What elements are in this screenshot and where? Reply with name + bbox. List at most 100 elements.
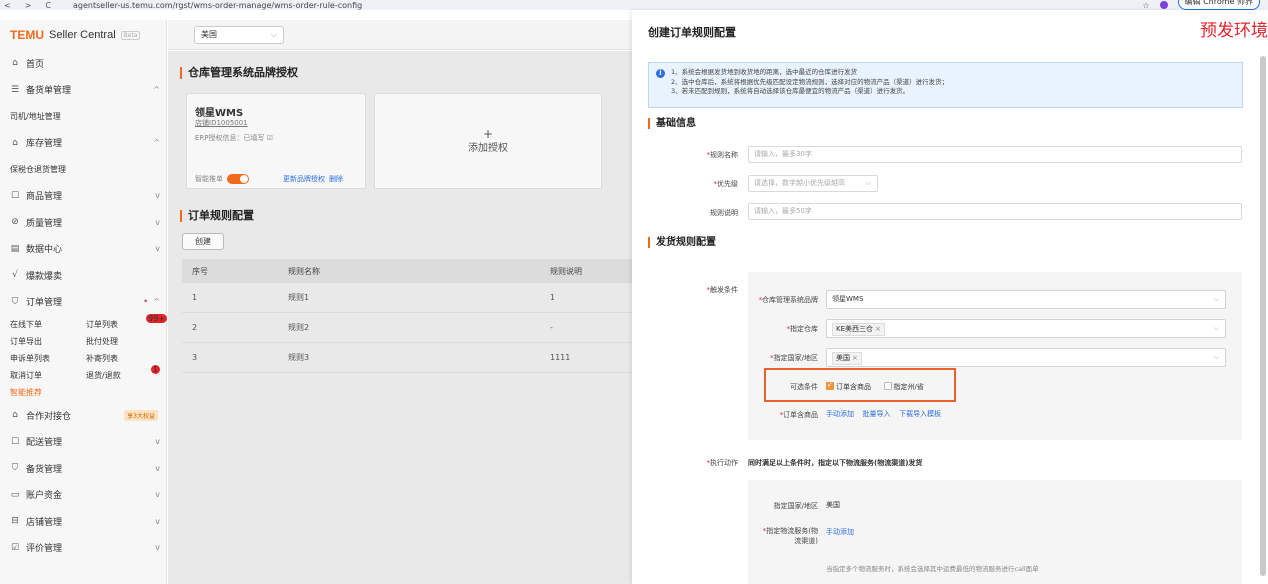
order-subitem[interactable]: 订单列表99+: [86, 314, 167, 330]
warehouse-select[interactable]: KE美西三仓 × ⌵: [826, 319, 1226, 338]
add-auth-label: 添加授权: [468, 142, 508, 154]
drawer-scrollbar[interactable]: [1260, 56, 1266, 576]
logo-subtitle: Seller Central: [49, 29, 116, 41]
manual-add-link[interactable]: 手动添加: [826, 410, 854, 418]
delete-link[interactable]: 删除: [329, 174, 343, 184]
close-icon[interactable]: ×: [852, 354, 858, 362]
address-bar[interactable]: agentseller-us.temu.com/rgst/wms-order-m…: [73, 1, 362, 10]
update-auth-link[interactable]: 更新品牌授权: [283, 174, 325, 184]
logistics-add-link[interactable]: 手动添加: [826, 528, 854, 536]
notification-dot: •: [143, 297, 148, 307]
sidebar-item-label: 爆款爆卖: [26, 271, 63, 282]
home-icon: ⌂: [12, 58, 18, 69]
wms-card-id[interactable]: 店铺ID1005001: [195, 118, 248, 128]
info-icon: i: [656, 69, 665, 78]
cell-index: 2: [192, 323, 198, 332]
sidebar-item[interactable]: ☑ 评价管理 v: [0, 535, 166, 562]
create-button[interactable]: 创建: [182, 233, 224, 250]
sidebar-item[interactable]: ⌂ 库存管理 ^: [0, 130, 166, 157]
priority-select[interactable]: 请选择，数字越小优先级越高 ⌵: [748, 175, 878, 192]
order-submenu: 在线下单 订单列表99+ 订单导出 批付处理 申诉单列表 补寄列表 取消订单 退货/退款1 智能…: [0, 314, 167, 402]
sidebar-subitem[interactable]: 司机/地址管理: [0, 103, 166, 130]
back-icon[interactable]: <: [4, 1, 11, 10]
rule-desc-input[interactable]: 请输入，最多50字: [748, 203, 1242, 220]
chrome-edit-button[interactable]: 编辑 Chrome 师界: [1177, 0, 1260, 10]
sidebar-item-label: 首页: [26, 59, 45, 70]
country-select[interactable]: 美国 × ⌵: [826, 348, 1226, 367]
info-line-2: 2、选中仓库后，系统将根据优先级匹配设定物流规则，选择对应的物流产品（渠道）进行…: [671, 77, 949, 86]
order-subitem[interactable]: 取消订单: [10, 370, 86, 381]
data-icon: ▤: [10, 243, 20, 254]
region-select[interactable]: 美国 ⌵: [194, 26, 284, 44]
sidebar-item-label: 订单管理: [26, 298, 63, 309]
action-label: *执行动作: [706, 459, 739, 467]
sidebar-item-label: 质量管理: [26, 218, 63, 229]
chevron-down-icon: v: [155, 543, 160, 553]
wms-card-erp: ERP授权信息：已填写 ☑: [195, 134, 274, 142]
order-subitem[interactable]: 退货/退款1: [86, 365, 166, 381]
sidebar-item[interactable]: √ 爆款爆卖: [0, 262, 166, 289]
add-auth-card[interactable]: + 添加授权: [374, 93, 602, 189]
goods-actions: 手动添加 批量导入 下载导入模板: [826, 409, 947, 419]
sidebar-item[interactable]: ⊘ 质量管理 v: [0, 209, 166, 236]
stock-icon: ☰: [10, 84, 20, 95]
wms-card-actions: 智能推单 更新品牌授权 删除: [195, 174, 360, 184]
basic-info-title: 基础信息: [648, 118, 696, 129]
download-template-link[interactable]: 下载导入模板: [899, 410, 941, 418]
order-subitem[interactable]: 批付处理: [86, 336, 166, 347]
table-row[interactable]: 3 规则3 1111: [182, 343, 632, 373]
sidebar-item[interactable]: ⊟ 店铺管理 v: [0, 508, 166, 535]
sidebar-item[interactable]: ▭ 账户资金 v: [0, 482, 166, 509]
batch-import-link[interactable]: 批量导入: [863, 410, 891, 418]
cell-name: 规则3: [288, 353, 310, 362]
order-subitem[interactable]: 在线下单: [10, 319, 86, 330]
action-country-value: 美国: [826, 501, 840, 509]
close-icon[interactable]: ×: [875, 325, 881, 333]
order-subitem[interactable]: 补寄列表: [86, 353, 166, 364]
chevron-down-icon: v: [155, 244, 160, 254]
sidebar-item[interactable]: ⌂ 合作对接仓 享3大权益: [0, 402, 166, 429]
sidebar-item-label: 合作对接仓: [26, 411, 72, 422]
order-subitem[interactable]: 智能推荐: [10, 387, 86, 398]
table-row[interactable]: 1 规则1 1: [182, 283, 632, 313]
wms-brand-select[interactable]: 领星WMS ⌵: [826, 290, 1226, 309]
star-icon[interactable]: ☆: [1142, 1, 1149, 10]
sidebar-item[interactable]: ▤ 数据中心 v: [0, 236, 166, 263]
order-subitem[interactable]: 订单导出: [10, 336, 86, 347]
chevron-down-icon: v: [155, 191, 160, 201]
sidebar-item[interactable]: ⌂ 首页: [0, 50, 166, 77]
coop-icon: ⌂: [12, 410, 18, 421]
wms-brand-label: *仓库管理系统品牌: [758, 296, 819, 304]
drawer-title: 创建订单规则配置: [648, 26, 736, 39]
temu-logo[interactable]: TEMU: [10, 28, 44, 42]
sidebar-item[interactable]: ☐ 商品管理 v: [0, 183, 166, 210]
rule-name-input[interactable]: 请输入，最多30字: [748, 146, 1242, 163]
forward-icon[interactable]: >: [25, 1, 32, 10]
order-subitem[interactable]: 申诉单列表: [10, 353, 86, 364]
info-line-1: 1、系统会根据发货地到收货地的距离，选中最近的仓库进行发货: [671, 68, 858, 76]
table-row[interactable]: 2 规则2 -: [182, 313, 632, 343]
account-icon: ▭: [10, 489, 20, 500]
sidebar-item-label: 数据中心: [26, 245, 63, 256]
trigger-label: *触发条件: [706, 286, 739, 294]
sidebar-item[interactable]: ☰ 备货单管理 ^: [0, 77, 166, 104]
col-desc: 规则说明: [550, 266, 582, 276]
reload-icon[interactable]: C: [45, 1, 51, 10]
region-value: 美国: [201, 30, 217, 39]
create-rule-drawer: 创建订单规则配置 预发环境 i 1、系统会根据发货地到收货地的距离，选中最近的仓…: [632, 10, 1268, 584]
order-count-badge: 99+: [146, 314, 167, 323]
wms-card-title: 领星WMS: [195, 108, 244, 119]
warehouse-icon: ⌂: [12, 137, 18, 148]
smart-toggle[interactable]: [227, 174, 249, 184]
sidebar-item[interactable]: ⛉ 订单管理 ^ •: [0, 289, 166, 316]
logistics-actions: 手动添加: [826, 527, 860, 537]
sidebar-subitem[interactable]: 保税仓退货管理: [0, 156, 166, 183]
sidebar-item-label: 备货单管理: [26, 86, 72, 97]
sidebar-item[interactable]: ☐ 配送管理 v: [0, 429, 166, 456]
profile-avatar[interactable]: [1159, 1, 1168, 9]
browser-nav: < > C: [4, 1, 51, 10]
chevron-down-icon: ⌵: [1213, 324, 1219, 332]
shop-icon: ⊟: [11, 516, 19, 527]
sidebar-item[interactable]: ⛉ 备货管理 v: [0, 455, 166, 482]
action-country-label: 指定国家/地区: [773, 502, 818, 510]
